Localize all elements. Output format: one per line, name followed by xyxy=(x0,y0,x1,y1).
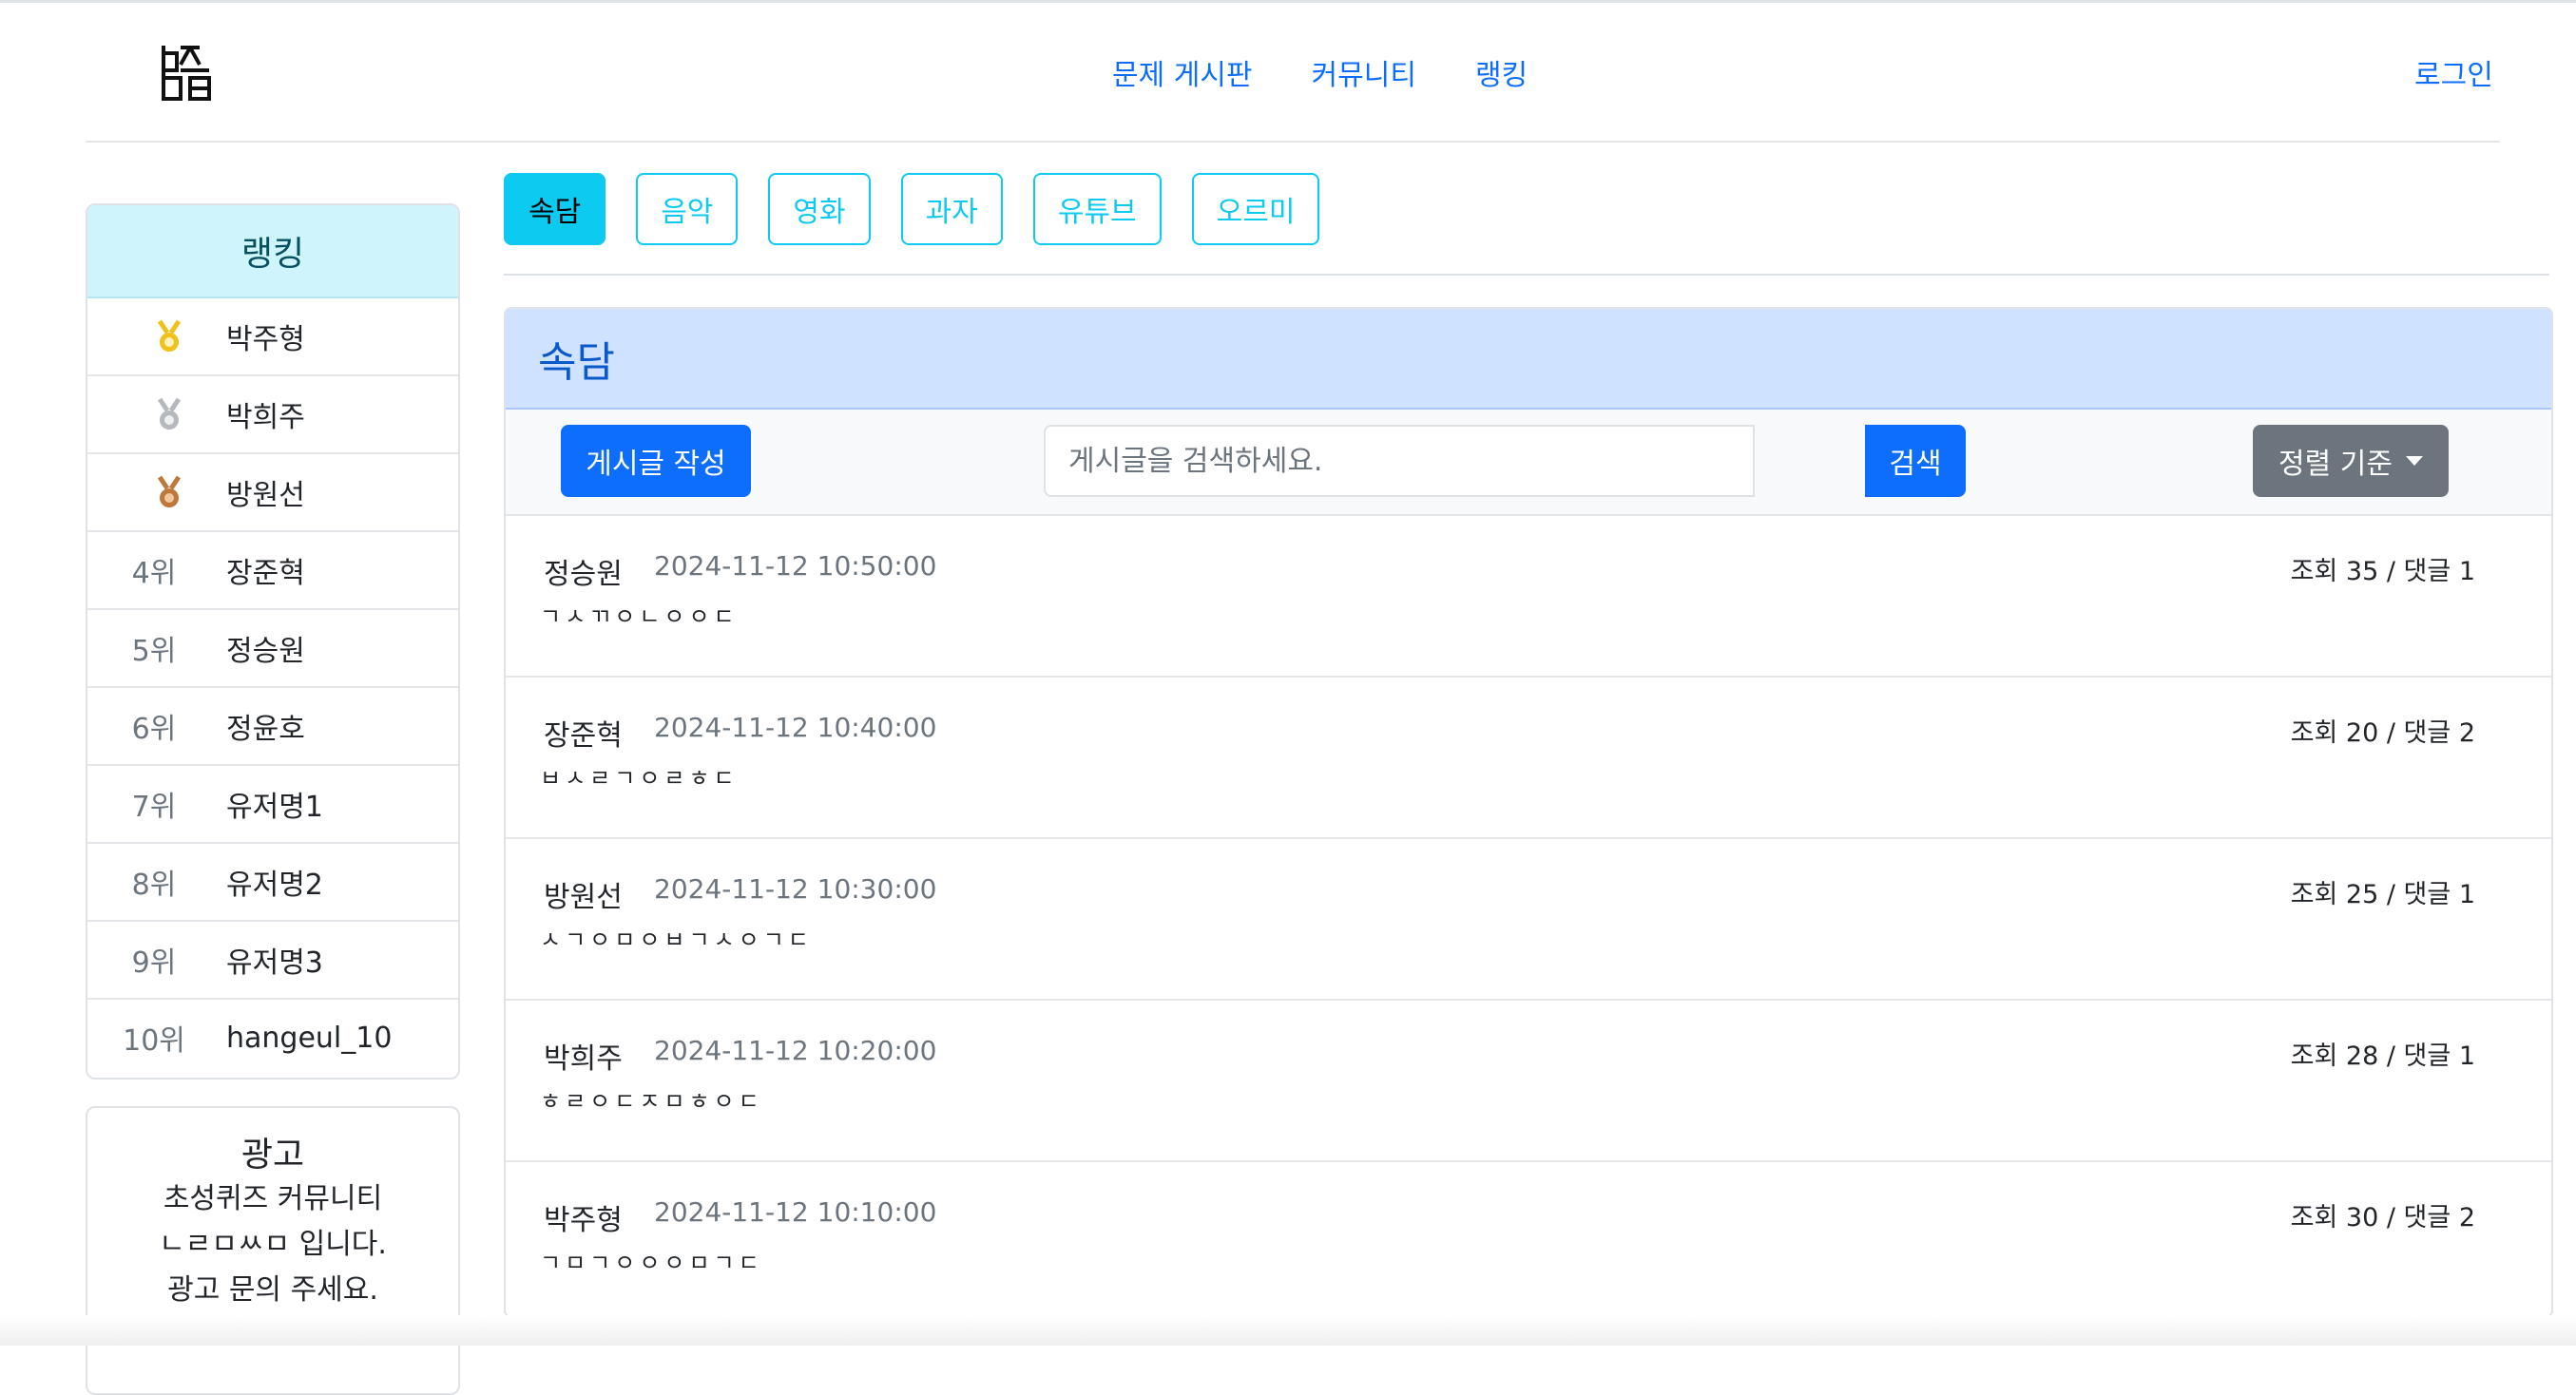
ranking-name: 유저명2 xyxy=(226,869,323,902)
ranking-row[interactable]: 7위 유저명1 xyxy=(87,766,458,844)
site-header: 문제 게시판 커뮤니티 랭킹 로그인 xyxy=(86,4,2500,143)
ad-title: 광고 xyxy=(240,1136,305,1175)
post-date: 2024-11-12 10:10:00 xyxy=(654,1196,937,1228)
tab-oreumi[interactable]: 오르미 xyxy=(1191,173,1320,245)
board-title: 속담 xyxy=(506,309,2551,410)
ranking-row[interactable]: 박주형 xyxy=(87,298,458,376)
chosung-logo-icon[interactable] xyxy=(160,44,213,103)
nav-problem-board[interactable]: 문제 게시판 xyxy=(1112,51,1253,93)
post-item[interactable]: 박주형 2024-11-12 10:10:00 ㄱㅁㄱㅇㅇㅇㅁㄱㄷ 조회 30 … xyxy=(506,1162,2551,1316)
ranking-name: hangeul_10 xyxy=(226,1021,393,1055)
ranking-row[interactable]: 4위 장준혁 xyxy=(87,532,458,610)
ranking-name: 정윤호 xyxy=(226,713,305,746)
ad-card: 광고 초성퀴즈 커뮤니티 ㄴㄹㅁㅆㅁ 입니다. 광고 문의 주세요. xyxy=(86,1106,460,1395)
post-author: 박주형 xyxy=(544,1204,623,1237)
post-author: 장준혁 xyxy=(544,719,623,753)
ranking-name: 유저명3 xyxy=(226,946,323,980)
tabs-divider xyxy=(504,274,2549,276)
ranking-row[interactable]: 방원선 xyxy=(87,454,458,532)
post-item[interactable]: 방원선 2024-11-12 10:30:00 ㅅㄱㅇㅁㅇㅂㄱㅅㅇㄱㄷ 조회 2… xyxy=(506,839,2551,1001)
window-top-border xyxy=(0,0,2576,3)
ranking-position: 8위 xyxy=(131,869,177,902)
board-panel: 속담 게시글 작성 검색 정렬 기준 정승원 2024-11-12 10:50:… xyxy=(504,307,2553,1318)
category-tabs: 속담 음악 영화 과자 유튜브 오르미 xyxy=(504,173,1320,245)
ranking-row[interactable]: 8위 유저명2 xyxy=(87,844,458,922)
post-title[interactable]: ㄱㅅㄲㅇㄴㅇㅇㄷ xyxy=(540,598,739,631)
post-item[interactable]: 박희주 2024-11-12 10:20:00 ㅎㄹㅇㄷㅈㅁㅎㅇㄷ 조회 28 … xyxy=(506,1001,2551,1162)
ranking-name: 장준혁 xyxy=(226,557,305,590)
tab-music[interactable]: 음악 xyxy=(636,173,739,245)
ranking-row[interactable]: 5위 정승원 xyxy=(87,610,458,688)
gold-medal-icon xyxy=(157,319,182,352)
ad-text-line: 초성퀴즈 커뮤니티 xyxy=(163,1182,383,1215)
silver-medal-icon xyxy=(157,397,182,430)
ranking-row[interactable]: 10위 hangeul_10 xyxy=(87,1000,458,1076)
post-stats: 조회 28 / 댓글 1 xyxy=(2290,1041,2475,1071)
sort-label: 정렬 기준 xyxy=(2278,448,2393,481)
ranking-position: 10위 xyxy=(123,1024,185,1058)
post-date: 2024-11-12 10:20:00 xyxy=(654,1035,937,1066)
post-date: 2024-11-12 10:50:00 xyxy=(654,550,937,582)
post-stats: 조회 25 / 댓글 1 xyxy=(2290,880,2475,909)
ranking-title: 랭킹 xyxy=(87,205,458,298)
post-title[interactable]: ㅂㅅㄹㄱㅇㄹㅎㄷ xyxy=(540,759,739,793)
ad-text-line: ㄴㄹㅁㅆㅁ 입니다. xyxy=(159,1228,387,1261)
caret-down-icon xyxy=(2405,456,2423,466)
ranking-row[interactable]: 9위 유저명3 xyxy=(87,922,458,1000)
post-title[interactable]: ㄱㅁㄱㅇㅇㅇㅁㄱㄷ xyxy=(540,1244,763,1277)
ranking-card: 랭킹 박주형 박희주 방원선 4위 장준혁 5위 정승원 6위 정윤호 7위 유… xyxy=(86,203,460,1080)
post-stats: 조회 35 / 댓글 1 xyxy=(2290,557,2475,586)
post-date: 2024-11-12 10:40:00 xyxy=(654,712,937,743)
post-item[interactable]: 장준혁 2024-11-12 10:40:00 ㅂㅅㄹㄱㅇㄹㅎㄷ 조회 20 /… xyxy=(506,678,2551,839)
bronze-medal-icon xyxy=(157,475,182,507)
post-title[interactable]: ㅎㄹㅇㄷㅈㅁㅎㅇㄷ xyxy=(540,1082,763,1116)
tab-youtube[interactable]: 유튜브 xyxy=(1032,173,1162,245)
post-title[interactable]: ㅅㄱㅇㅁㅇㅂㄱㅅㅇㄱㄷ xyxy=(540,921,813,954)
ranking-name: 박희주 xyxy=(226,401,305,434)
post-author: 정승원 xyxy=(544,558,623,591)
nav-community[interactable]: 커뮤니티 xyxy=(1312,51,1416,93)
login-link[interactable]: 로그인 xyxy=(2414,51,2493,93)
tab-proverb[interactable]: 속담 xyxy=(504,173,606,245)
search-button[interactable]: 검색 xyxy=(1865,425,1966,497)
sort-dropdown-button[interactable]: 정렬 기준 xyxy=(2253,425,2449,497)
ranking-position: 5위 xyxy=(131,635,177,668)
post-stats: 조회 20 / 댓글 2 xyxy=(2290,718,2475,748)
search-input[interactable] xyxy=(1044,425,1755,497)
nav-ranking[interactable]: 랭킹 xyxy=(1475,51,1528,93)
ranking-position: 4위 xyxy=(131,557,177,590)
post-item[interactable]: 정승원 2024-11-12 10:50:00 ㄱㅅㄲㅇㄴㅇㅇㄷ 조회 35 /… xyxy=(506,516,2551,678)
ranking-position: 9위 xyxy=(131,946,177,980)
ranking-row[interactable]: 박희주 xyxy=(87,376,458,454)
ad-text-line: 광고 문의 주세요. xyxy=(167,1273,378,1307)
window-bottom-shadow xyxy=(0,1315,2576,1346)
post-date: 2024-11-12 10:30:00 xyxy=(654,873,937,905)
ranking-position: 7위 xyxy=(131,791,177,824)
board-toolbar: 게시글 작성 검색 정렬 기준 xyxy=(506,410,2551,516)
post-author: 방원선 xyxy=(544,881,623,914)
tab-movie[interactable]: 영화 xyxy=(768,173,871,245)
main-nav: 문제 게시판 커뮤니티 랭킹 xyxy=(1112,51,1528,93)
post-author: 박희주 xyxy=(544,1042,623,1076)
ranking-row[interactable]: 6위 정윤호 xyxy=(87,688,458,766)
tab-snack[interactable]: 과자 xyxy=(900,173,1003,245)
ranking-position: 6위 xyxy=(131,713,177,746)
post-stats: 조회 30 / 댓글 2 xyxy=(2290,1203,2475,1233)
write-post-button[interactable]: 게시글 작성 xyxy=(561,425,751,497)
ranking-name: 정승원 xyxy=(226,635,305,668)
ranking-name: 박주형 xyxy=(226,323,305,356)
ranking-name: 유저명1 xyxy=(226,791,323,824)
ranking-name: 방원선 xyxy=(226,479,305,512)
